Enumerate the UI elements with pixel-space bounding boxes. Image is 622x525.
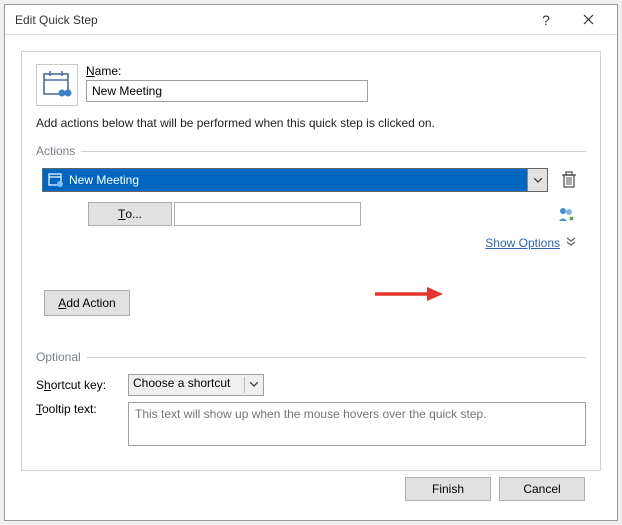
window-title: Edit Quick Step bbox=[15, 13, 525, 27]
calendar-meeting-icon bbox=[40, 68, 74, 102]
address-book-icon[interactable] bbox=[557, 205, 575, 226]
expand-icon[interactable] bbox=[566, 236, 576, 250]
actions-header: Actions bbox=[36, 144, 586, 158]
to-input[interactable] bbox=[174, 202, 361, 226]
add-action-button[interactable]: Add Action bbox=[44, 290, 130, 316]
tooltip-label: Tooltip text: bbox=[36, 402, 128, 416]
to-button[interactable]: To... bbox=[88, 202, 172, 226]
shortcut-dropdown[interactable]: Choose a shortcut bbox=[128, 374, 264, 396]
shortcut-label: Shortcut key: bbox=[36, 378, 128, 392]
tooltip-textarea[interactable] bbox=[128, 402, 586, 446]
close-button[interactable] bbox=[567, 6, 609, 34]
trash-icon bbox=[561, 171, 577, 189]
dialog-body: Name: Add actions below that will be per… bbox=[5, 35, 617, 520]
edit-quick-step-dialog: Edit Quick Step ? Name bbox=[4, 4, 618, 521]
help-button[interactable]: ? bbox=[525, 6, 567, 34]
finish-button[interactable]: Finish bbox=[405, 477, 491, 501]
shortcut-value: Choose a shortcut bbox=[133, 376, 230, 390]
optional-header-label: Optional bbox=[36, 350, 81, 364]
double-chevron-down-icon bbox=[566, 237, 576, 247]
close-icon bbox=[583, 14, 594, 25]
quick-step-icon[interactable] bbox=[36, 64, 78, 106]
actions-header-label: Actions bbox=[36, 144, 75, 158]
description-text: Add actions below that will be performed… bbox=[36, 116, 586, 130]
dialog-footer: Finish Cancel bbox=[21, 471, 601, 501]
delete-action-button[interactable] bbox=[558, 168, 580, 192]
name-label: Name: bbox=[86, 64, 586, 78]
cancel-button[interactable]: Cancel bbox=[499, 477, 585, 501]
titlebar: Edit Quick Step ? bbox=[5, 5, 617, 35]
chevron-down-icon bbox=[250, 382, 258, 387]
name-input[interactable] bbox=[86, 80, 368, 102]
main-panel: Name: Add actions below that will be per… bbox=[21, 51, 601, 471]
optional-header: Optional bbox=[36, 350, 586, 364]
chevron-down-icon bbox=[534, 178, 542, 183]
action-type-dropdown[interactable]: New Meeting bbox=[42, 168, 548, 192]
dropdown-arrow-button[interactable] bbox=[527, 169, 547, 191]
calendar-meeting-icon bbox=[48, 172, 64, 191]
show-options-link[interactable]: Show Options bbox=[485, 236, 560, 250]
